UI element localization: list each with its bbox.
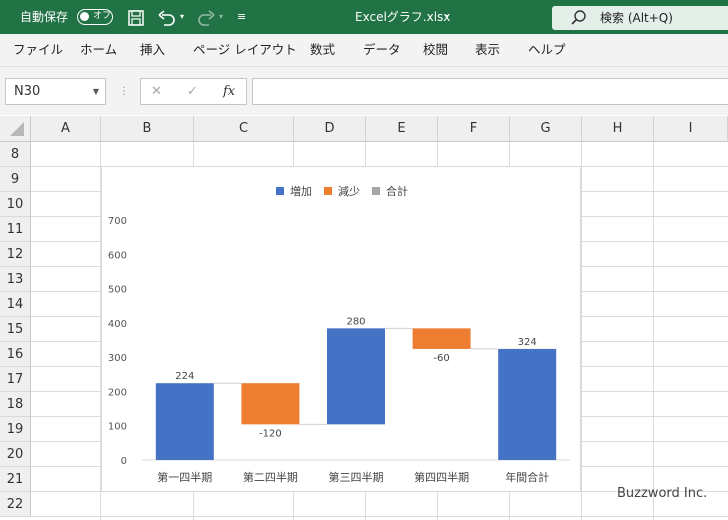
autosave-toggle[interactable]: オフ: [77, 9, 113, 25]
name-box[interactable]: N30 ▼: [5, 78, 106, 105]
legend-swatch: [372, 187, 380, 195]
row-header[interactable]: 21: [0, 467, 31, 492]
row-header[interactable]: 9: [0, 167, 31, 192]
x-tick-label: 第四四半期: [414, 470, 469, 484]
y-tick-label: 100: [108, 422, 127, 433]
formula-input[interactable]: [252, 78, 728, 105]
column-header[interactable]: I: [654, 116, 728, 142]
undo-dropdown-icon[interactable]: ▾: [180, 0, 184, 34]
row-header[interactable]: 11: [0, 217, 31, 242]
tab-view[interactable]: 表示: [475, 34, 500, 66]
tab-page-layout[interactable]: ページ レイアウト: [193, 34, 297, 66]
data-label: 324: [518, 337, 537, 348]
formula-bar: N30 ▼ ⋮ ✕ ✓ fx: [0, 67, 728, 115]
search-box[interactable]: 検索 (Alt+Q): [552, 6, 728, 30]
y-tick-label: 300: [108, 353, 127, 364]
y-tick-label: 700: [108, 216, 127, 227]
legend-swatch: [324, 187, 332, 195]
ribbon-tabs: ファイル ホーム 挿入 ページ レイアウト 数式 データ 校閲 表示 ヘルプ: [0, 34, 728, 67]
data-label: 224: [175, 371, 194, 382]
data-label: -60: [433, 353, 449, 364]
column-header[interactable]: G: [510, 116, 582, 142]
tab-home[interactable]: ホーム: [80, 34, 117, 66]
chart-canvas: 増加 減少 合計 0 100 200 300 400 500 600 700 224 -120 280 -6…: [108, 184, 570, 484]
undo-icon[interactable]: [157, 0, 177, 34]
search-icon: [571, 10, 586, 25]
data-label: -120: [259, 428, 282, 439]
x-tick-label: 第三四半期: [329, 470, 384, 484]
name-box-value: N30: [14, 84, 41, 99]
column-header[interactable]: C: [194, 116, 294, 142]
row-header[interactable]: 12: [0, 242, 31, 267]
row-header[interactable]: 10: [0, 192, 31, 217]
legend-label: 合計: [386, 184, 408, 198]
redo-dropdown-icon[interactable]: ▾: [219, 0, 223, 34]
legend-swatch: [276, 187, 284, 195]
y-tick-label: 600: [108, 250, 127, 261]
save-icon[interactable]: [127, 0, 145, 34]
x-tick-label: 第一四半期: [157, 470, 212, 484]
row-header[interactable]: 8: [0, 142, 31, 167]
enter-icon[interactable]: ✓: [187, 79, 198, 105]
tab-data[interactable]: データ: [363, 34, 401, 66]
column-header[interactable]: D: [294, 116, 366, 142]
row-header[interactable]: 20: [0, 442, 31, 467]
column-header[interactable]: A: [31, 116, 101, 142]
name-box-dropdown-icon[interactable]: ▼: [93, 79, 99, 105]
waterfall-bar: [327, 328, 385, 425]
y-tick-label: 200: [108, 387, 127, 398]
y-tick-label: 500: [108, 285, 127, 296]
file-name[interactable]: Excelグラフ.xlsx: [355, 0, 450, 34]
redo-icon[interactable]: [196, 0, 216, 34]
title-bar: 自動保存 オフ ▾ ▾ ≡ Excelグラフ.xlsx ▾ 検索 (Alt+Q): [0, 0, 728, 34]
waterfall-bar: [498, 348, 557, 460]
more-icon[interactable]: ⋮: [119, 78, 129, 105]
y-tick-label: 400: [108, 319, 127, 330]
insert-function-icon[interactable]: fx: [223, 79, 235, 105]
legend-label: 減少: [338, 184, 360, 198]
row-header[interactable]: 22: [0, 492, 31, 517]
waterfall-bar: [155, 383, 214, 460]
select-all-corner[interactable]: [0, 116, 31, 142]
row-header[interactable]: 13: [0, 267, 31, 292]
customize-quick-access-icon[interactable]: ≡: [237, 0, 246, 34]
search-text: 検索 (Alt+Q): [600, 11, 673, 25]
watermark: Buzzword Inc.: [617, 486, 708, 501]
waterfall-chart[interactable]: 増加 減少 合計 0 100 200 300 400 500 600 700 224 -120 280 -6…: [101, 166, 581, 492]
tab-review[interactable]: 校閲: [423, 34, 448, 66]
y-tick-label: 0: [121, 456, 127, 467]
toggle-knob: [80, 12, 89, 21]
cancel-icon[interactable]: ✕: [151, 79, 162, 105]
data-label: 280: [346, 316, 365, 327]
tab-formulas[interactable]: 数式: [310, 34, 335, 66]
autosave-toggle-text: オフ: [93, 11, 112, 21]
row-header[interactable]: 14: [0, 292, 31, 317]
row-header[interactable]: 17: [0, 367, 31, 392]
formula-buttons: ✕ ✓ fx: [140, 78, 247, 105]
waterfall-bar: [412, 328, 471, 349]
filename-chevron-icon[interactable]: ▾: [445, 0, 449, 34]
x-tick-label: 年間合計: [505, 470, 549, 484]
column-header[interactable]: F: [438, 116, 510, 142]
column-header[interactable]: H: [582, 116, 654, 142]
tab-file[interactable]: ファイル: [13, 34, 63, 66]
tab-insert[interactable]: 挿入: [140, 34, 165, 66]
column-header[interactable]: B: [101, 116, 194, 142]
waterfall-bar: [241, 383, 300, 425]
row-header[interactable]: 16: [0, 342, 31, 367]
row-header[interactable]: 19: [0, 417, 31, 442]
row-header[interactable]: 15: [0, 317, 31, 342]
x-tick-label: 第二四半期: [243, 470, 298, 484]
row-header[interactable]: 18: [0, 392, 31, 417]
legend-label: 増加: [290, 185, 312, 198]
tab-help[interactable]: ヘルプ: [528, 34, 566, 66]
autosave-label: 自動保存: [20, 10, 69, 24]
column-header[interactable]: E: [366, 116, 438, 142]
